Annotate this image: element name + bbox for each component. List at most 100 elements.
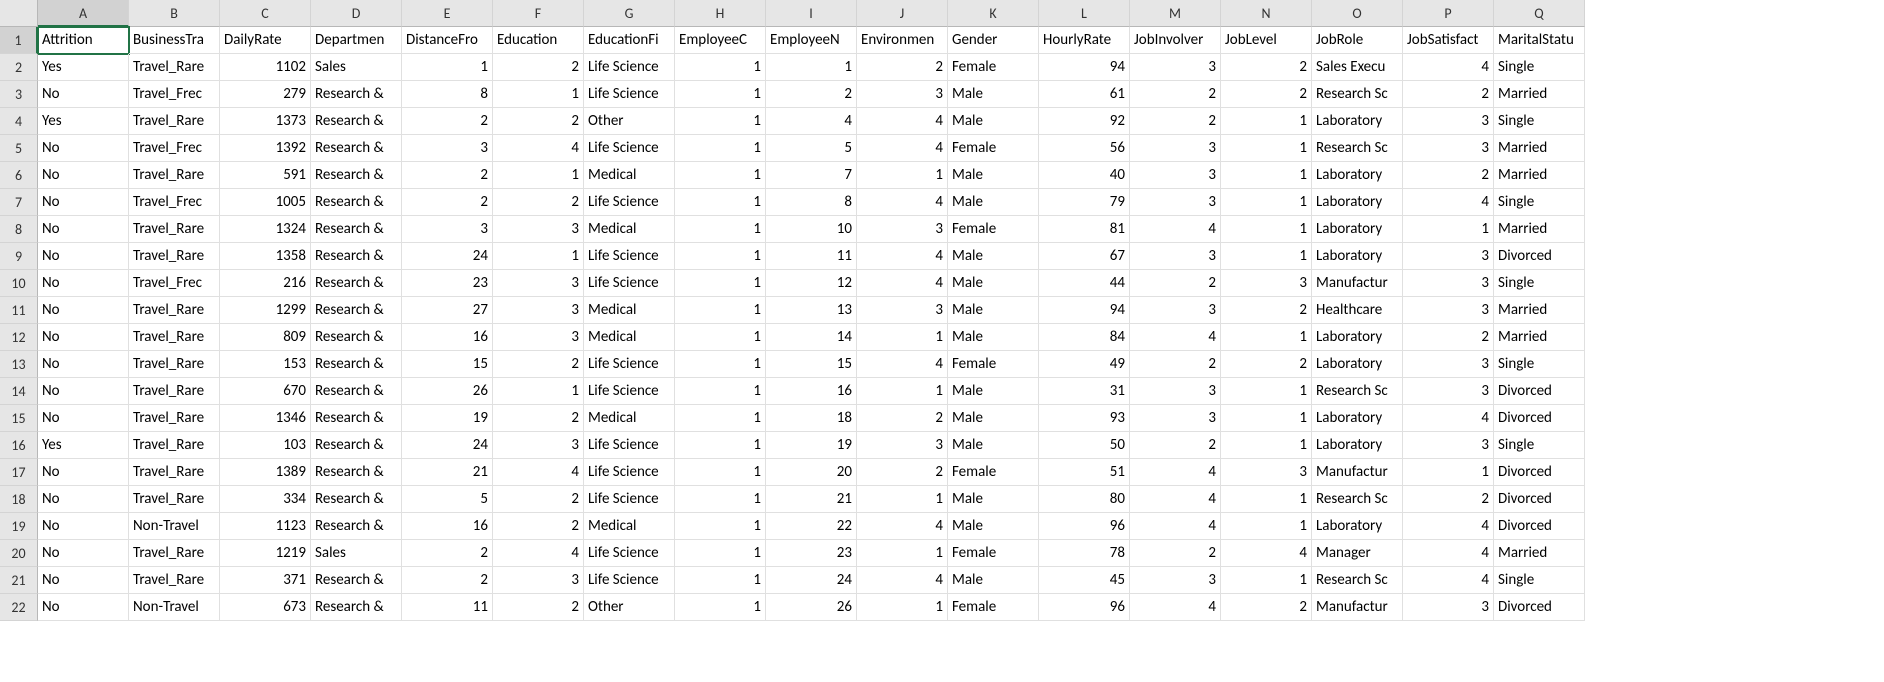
cell[interactable]: Travel_Rare	[129, 459, 220, 486]
cell[interactable]: 1	[1221, 162, 1312, 189]
cell[interactable]: Life Science	[584, 243, 675, 270]
cell[interactable]: 1	[857, 594, 948, 621]
cell[interactable]: Male	[948, 162, 1039, 189]
cell[interactable]: Yes	[38, 54, 129, 81]
cell[interactable]: Life Science	[584, 459, 675, 486]
cell[interactable]: 4	[1130, 513, 1221, 540]
cell[interactable]: Manager	[1312, 540, 1403, 567]
cell[interactable]: Single	[1494, 189, 1585, 216]
cell[interactable]: 4	[857, 351, 948, 378]
cell[interactable]: Female	[948, 540, 1039, 567]
cell[interactable]: 3	[857, 81, 948, 108]
cell[interactable]: 7	[766, 162, 857, 189]
cell[interactable]: 3	[1130, 297, 1221, 324]
cell[interactable]: 4	[493, 459, 584, 486]
cell[interactable]: 3	[493, 270, 584, 297]
cell[interactable]: 2	[402, 108, 493, 135]
cell[interactable]: 3	[1403, 594, 1494, 621]
cell[interactable]: Laboratory	[1312, 351, 1403, 378]
cell[interactable]: Research &	[311, 594, 402, 621]
cell[interactable]: 4	[857, 513, 948, 540]
cell[interactable]: 45	[1039, 567, 1130, 594]
cell[interactable]: Divorced	[1494, 513, 1585, 540]
cell[interactable]: 94	[1039, 297, 1130, 324]
cell[interactable]: Research &	[311, 243, 402, 270]
cell[interactable]: Research &	[311, 189, 402, 216]
cell[interactable]: 4	[857, 270, 948, 297]
cell[interactable]: 4	[1403, 405, 1494, 432]
cell[interactable]: 56	[1039, 135, 1130, 162]
cell[interactable]: No	[38, 162, 129, 189]
row-header-18[interactable]: 18	[0, 486, 38, 513]
cell[interactable]: 1	[1221, 108, 1312, 135]
cell[interactable]: No	[38, 540, 129, 567]
cell[interactable]: 14	[766, 324, 857, 351]
cell[interactable]: 11	[402, 594, 493, 621]
cell[interactable]: 24	[402, 432, 493, 459]
cell[interactable]: 3	[1130, 135, 1221, 162]
cell[interactable]: Non-Travel	[129, 513, 220, 540]
cell[interactable]: Research &	[311, 162, 402, 189]
cell[interactable]: Research &	[311, 351, 402, 378]
cell[interactable]: 3	[1403, 432, 1494, 459]
col-header-I[interactable]: I	[766, 0, 857, 27]
cell[interactable]: Sales	[311, 540, 402, 567]
cell[interactable]: Life Science	[584, 135, 675, 162]
cell[interactable]: Single	[1494, 351, 1585, 378]
cell[interactable]: Male	[948, 486, 1039, 513]
cell[interactable]: 4	[493, 135, 584, 162]
cell[interactable]: 1	[675, 432, 766, 459]
cell[interactable]: 51	[1039, 459, 1130, 486]
cell[interactable]: 2	[402, 189, 493, 216]
cell[interactable]: Divorced	[1494, 486, 1585, 513]
cell[interactable]: Medical	[584, 162, 675, 189]
cell[interactable]: Male	[948, 108, 1039, 135]
row-header-19[interactable]: 19	[0, 513, 38, 540]
cell[interactable]: Travel_Rare	[129, 432, 220, 459]
cell[interactable]: 1	[1221, 432, 1312, 459]
cell[interactable]: 2	[493, 351, 584, 378]
cell[interactable]: 3	[1130, 378, 1221, 405]
row-header-8[interactable]: 8	[0, 216, 38, 243]
cell[interactable]: 4	[857, 135, 948, 162]
cell[interactable]: 4	[857, 189, 948, 216]
cell[interactable]: 1	[1221, 567, 1312, 594]
cell[interactable]: No	[38, 216, 129, 243]
cell[interactable]: 4	[1221, 540, 1312, 567]
cell[interactable]: Travel_Rare	[129, 351, 220, 378]
cell[interactable]: Travel_Rare	[129, 324, 220, 351]
cell[interactable]: 2	[493, 405, 584, 432]
cell[interactable]: 103	[220, 432, 311, 459]
cell[interactable]: 1	[1221, 216, 1312, 243]
row-header-6[interactable]: 6	[0, 162, 38, 189]
cell[interactable]: Research &	[311, 378, 402, 405]
header-cell[interactable]: EmployeeC	[675, 27, 766, 54]
cell[interactable]: 1	[675, 513, 766, 540]
cell[interactable]: Medical	[584, 297, 675, 324]
cell[interactable]: Travel_Frec	[129, 135, 220, 162]
cell[interactable]: 2	[1403, 486, 1494, 513]
cell[interactable]: Sales	[311, 54, 402, 81]
cell[interactable]: Manufactur	[1312, 459, 1403, 486]
cell[interactable]: 26	[766, 594, 857, 621]
cell[interactable]: Male	[948, 432, 1039, 459]
cell[interactable]: 44	[1039, 270, 1130, 297]
cell[interactable]: No	[38, 513, 129, 540]
col-header-N[interactable]: N	[1221, 0, 1312, 27]
cell[interactable]: 809	[220, 324, 311, 351]
cell[interactable]: 1	[493, 243, 584, 270]
cell[interactable]: Single	[1494, 270, 1585, 297]
cell[interactable]: No	[38, 81, 129, 108]
cell[interactable]: 3	[1130, 54, 1221, 81]
cell[interactable]: Single	[1494, 54, 1585, 81]
cell[interactable]: Laboratory	[1312, 189, 1403, 216]
cell[interactable]: 1	[675, 270, 766, 297]
cell[interactable]: Non-Travel	[129, 594, 220, 621]
cell[interactable]: 67	[1039, 243, 1130, 270]
cell[interactable]: Laboratory	[1312, 108, 1403, 135]
cell[interactable]: 4	[493, 540, 584, 567]
cell[interactable]: 1123	[220, 513, 311, 540]
cell[interactable]: 1	[493, 81, 584, 108]
cell[interactable]: 5	[766, 135, 857, 162]
cell[interactable]: 216	[220, 270, 311, 297]
